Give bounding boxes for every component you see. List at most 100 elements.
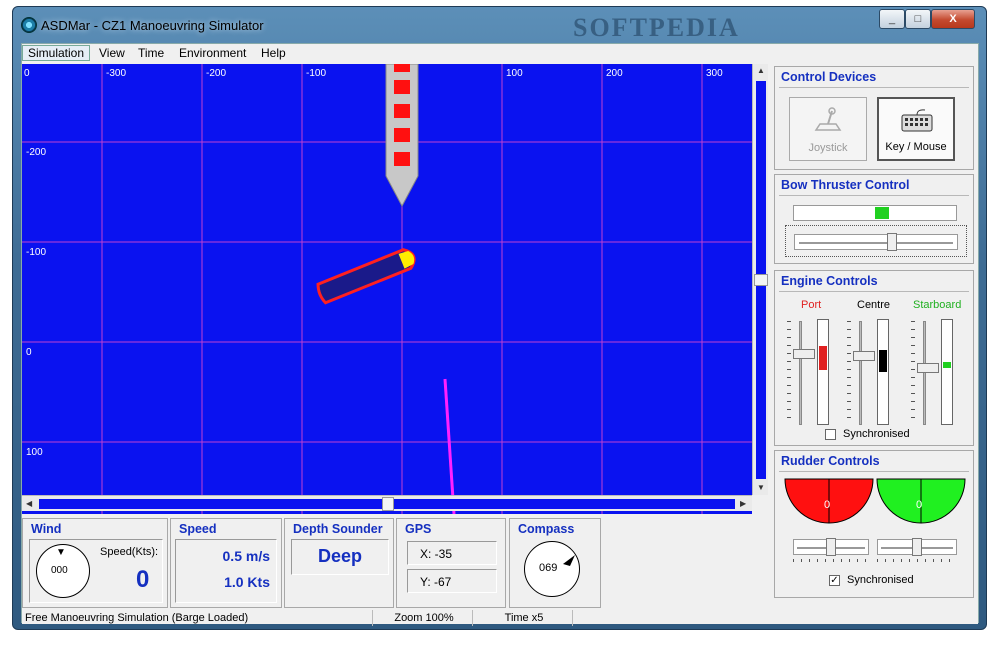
depth-sounder-panel: Depth Sounder Deep bbox=[284, 518, 394, 608]
simulation-map[interactable]: 0 -300 -200 -100 100 200 300 -200 -100 0… bbox=[22, 64, 752, 514]
wind-arrow-icon: ▼ bbox=[56, 547, 66, 558]
starboard-throttle-ticks bbox=[911, 321, 915, 425]
y-tick-label: 0 bbox=[26, 347, 32, 358]
starboard-engine-gauge bbox=[941, 319, 953, 425]
panel-divider bbox=[779, 87, 969, 88]
centre-throttle-knob[interactable] bbox=[853, 351, 875, 361]
panel-divider bbox=[779, 195, 969, 196]
bow-thruster-title: Bow Thruster Control bbox=[781, 178, 910, 192]
bow-thruster-slider-thumb[interactable] bbox=[887, 233, 897, 251]
compass-panel: Compass 069 bbox=[509, 518, 601, 608]
depth-sounder-title: Depth Sounder bbox=[293, 522, 383, 536]
control-devices-panel: Control Devices Joystick Key / Mouse bbox=[774, 66, 974, 170]
bow-thruster-slider[interactable] bbox=[794, 233, 958, 251]
port-rudder-slider[interactable] bbox=[793, 538, 869, 556]
scroll-right-arrow-icon[interactable]: ▶ bbox=[740, 499, 746, 508]
speed-kts-value: 1.0 Kts bbox=[224, 574, 270, 590]
starboard-rudder-slider-thumb[interactable] bbox=[912, 538, 922, 556]
engine-synchronised-checkbox[interactable] bbox=[825, 429, 836, 440]
vertical-scroll-thumb[interactable] bbox=[754, 274, 768, 286]
key-mouse-button[interactable]: Key / Mouse bbox=[877, 97, 955, 161]
engine-controls-panel: Engine Controls Port Centre Starboard Sy… bbox=[774, 270, 974, 446]
joystick-button[interactable]: Joystick bbox=[789, 97, 867, 161]
menu-help[interactable]: Help bbox=[256, 45, 291, 61]
gps-y-display: Y: -67 bbox=[407, 569, 497, 593]
close-button[interactable]: X bbox=[931, 9, 975, 29]
menu-view[interactable]: View bbox=[94, 45, 130, 61]
wind-title: Wind bbox=[31, 522, 62, 536]
y-tick-label: -200 bbox=[26, 147, 47, 158]
speed-title: Speed bbox=[179, 522, 217, 536]
maximize-button[interactable]: □ bbox=[905, 9, 931, 29]
port-rudder-angle: 0 bbox=[824, 499, 831, 511]
window-title: ASDMar - CZ1 Manoeuvring Simulator bbox=[41, 18, 264, 33]
menu-environment[interactable]: Environment bbox=[174, 45, 251, 61]
speed-ms-value: 0.5 m/s bbox=[222, 548, 270, 564]
depth-value: Deep bbox=[317, 546, 362, 566]
gps-title: GPS bbox=[405, 522, 432, 536]
panel-divider bbox=[779, 291, 969, 292]
wind-direction: 000 bbox=[51, 565, 68, 576]
app-window: ASDMar - CZ1 Manoeuvring Simulator SOFTP… bbox=[12, 6, 987, 630]
compass-dial: 069 bbox=[524, 541, 580, 597]
port-engine-gauge bbox=[817, 319, 829, 425]
scroll-left-arrow-icon[interactable]: ◀ bbox=[26, 499, 32, 508]
port-rudder-ticks bbox=[793, 559, 869, 562]
x-tick-label: -200 bbox=[206, 68, 227, 79]
horizontal-scrollbar[interactable]: ◀ ▶ bbox=[22, 495, 752, 511]
wind-dial: ▼ 000 bbox=[36, 544, 90, 598]
scroll-down-arrow-icon[interactable]: ▼ bbox=[757, 483, 765, 492]
bow-thruster-slider-frame bbox=[785, 225, 967, 257]
vertical-scrollbar[interactable]: ▲ ▼ bbox=[752, 64, 768, 495]
minimize-button[interactable]: _ bbox=[879, 9, 905, 29]
port-throttle-slider[interactable] bbox=[793, 321, 815, 425]
bow-thruster-gauge bbox=[793, 205, 957, 221]
x-tick-label: -100 bbox=[306, 68, 327, 79]
menu-simulation[interactable]: Simulation bbox=[22, 45, 91, 61]
x-tick-label: 0 bbox=[24, 68, 30, 79]
starboard-rudder-angle: 0 bbox=[916, 499, 923, 511]
port-throttle-ticks bbox=[787, 321, 791, 425]
centre-engine-gauge bbox=[877, 319, 889, 425]
port-throttle-knob[interactable] bbox=[793, 349, 815, 359]
engine-controls-title: Engine Controls bbox=[781, 274, 878, 288]
status-mode: Free Manoeuvring Simulation (Barge Loade… bbox=[25, 612, 249, 624]
panel-divider bbox=[779, 471, 969, 472]
horizontal-scroll-thumb[interactable] bbox=[382, 497, 394, 511]
y-tick-label: -100 bbox=[26, 247, 47, 258]
gps-x-value: X: -35 bbox=[420, 547, 453, 561]
wind-speed-value: 0 bbox=[136, 566, 150, 593]
x-tick-label: 200 bbox=[606, 68, 623, 79]
wind-panel: Wind ▼ 000 Speed(Kts): 0 bbox=[22, 518, 168, 608]
compass-title: Compass bbox=[518, 522, 575, 536]
speed-panel: Speed 0.5 m/s 1.0 Kts bbox=[170, 518, 282, 608]
joystick-label: Joystick bbox=[808, 142, 848, 154]
port-rudder-slider-thumb[interactable] bbox=[826, 538, 836, 556]
title-bar[interactable]: ASDMar - CZ1 Manoeuvring Simulator SOFTP… bbox=[13, 7, 986, 43]
control-devices-title: Control Devices bbox=[781, 70, 877, 84]
centre-engine-label: Centre bbox=[857, 299, 891, 311]
menu-bar: Simulation View Time Environment Help bbox=[22, 44, 978, 62]
y-tick-label: 100 bbox=[26, 447, 43, 458]
rudder-synchronised-label: Synchronised bbox=[847, 574, 914, 586]
x-tick-label: -300 bbox=[106, 68, 127, 79]
key-mouse-label: Key / Mouse bbox=[885, 141, 947, 153]
status-bar: Free Manoeuvring Simulation (Barge Loade… bbox=[22, 610, 978, 626]
depth-display: Deep bbox=[291, 539, 389, 575]
compass-arrow-icon bbox=[563, 555, 575, 566]
centre-throttle-slider[interactable] bbox=[853, 321, 875, 425]
starboard-throttle-slider[interactable] bbox=[917, 321, 939, 425]
scroll-up-arrow-icon[interactable]: ▲ bbox=[757, 66, 765, 75]
starboard-rudder-ticks bbox=[877, 559, 957, 562]
client-area: Simulation View Time Environment Help 0 … bbox=[21, 43, 979, 626]
starboard-engine-label: Starboard bbox=[913, 299, 962, 311]
keyboard-icon bbox=[901, 109, 933, 132]
wind-speed-label: Speed(Kts): bbox=[100, 546, 159, 558]
rudder-synchronised-checkbox[interactable]: ✓ bbox=[829, 575, 840, 586]
port-engine-indicator bbox=[819, 346, 827, 370]
menu-time[interactable]: Time bbox=[133, 45, 169, 61]
starboard-rudder-slider[interactable] bbox=[877, 538, 957, 556]
starboard-throttle-knob[interactable] bbox=[917, 363, 939, 373]
gps-x-display: X: -35 bbox=[407, 541, 497, 565]
bow-thruster-indicator bbox=[875, 207, 889, 219]
